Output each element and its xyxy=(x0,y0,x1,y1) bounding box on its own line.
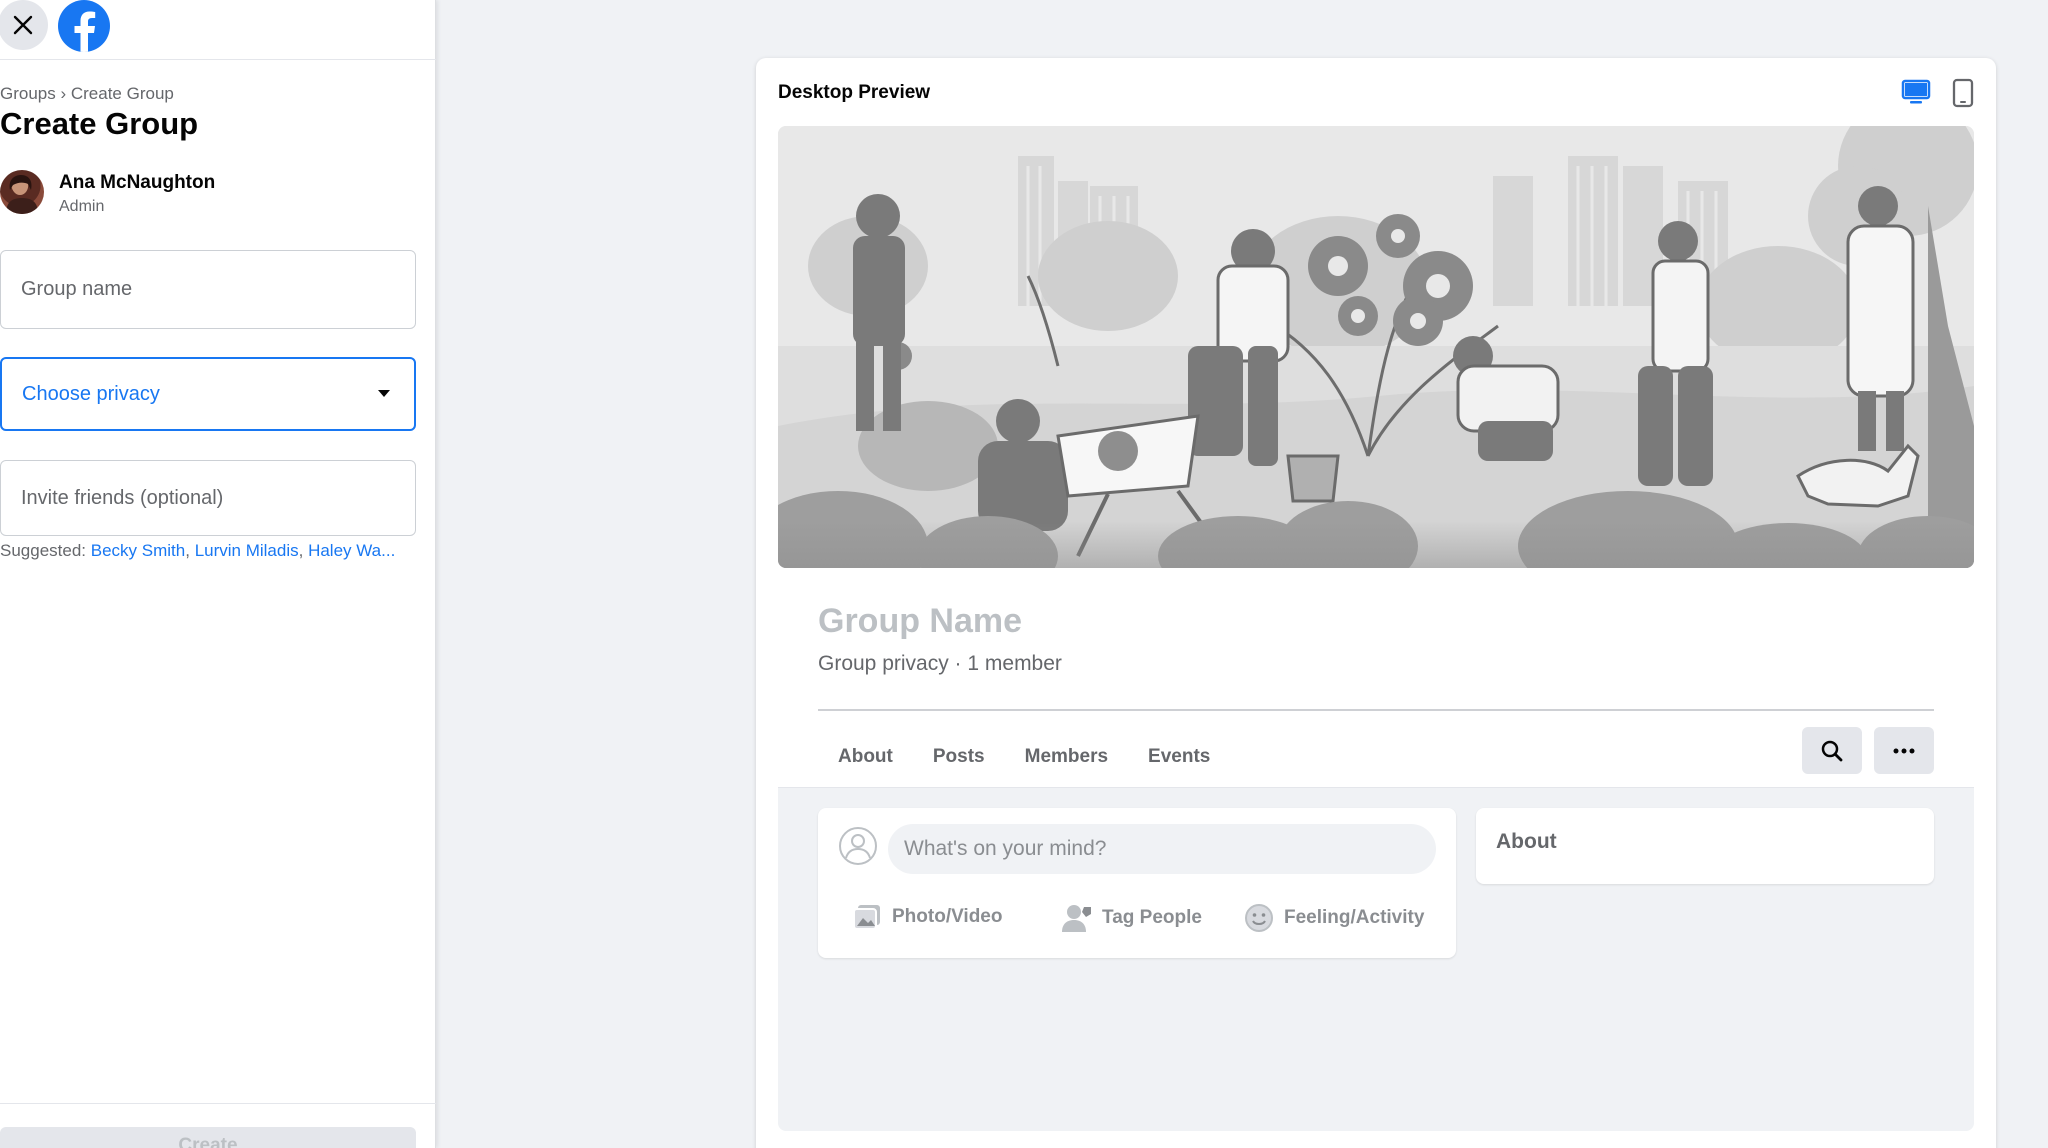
close-icon xyxy=(13,15,33,35)
breadcrumb[interactable]: Groups › Create Group xyxy=(0,84,174,104)
more-options-button[interactable] xyxy=(1874,727,1934,774)
about-card-title: About xyxy=(1496,830,1557,853)
photo-video-label: Photo/Video xyxy=(892,906,1003,927)
preview-feed: What's on your mind? Photo/Video Tag Peo… xyxy=(778,787,1974,1131)
panel-topbar xyxy=(0,0,436,60)
desktop-preview-card: Desktop Preview Group Name Group privacy… xyxy=(756,58,1996,1148)
mobile-icon[interactable] xyxy=(1951,78,1975,108)
suggested-friend[interactable]: Haley Wa... xyxy=(308,541,395,560)
composer-input[interactable]: What's on your mind? xyxy=(888,824,1436,874)
avatar[interactable] xyxy=(0,170,44,214)
suggested-friend[interactable]: Lurvin Miladis xyxy=(195,541,299,560)
app-root: Groups › Create Group Create Group Ana M… xyxy=(0,0,2048,1148)
admin-role: Admin xyxy=(59,198,105,215)
group-tabs: About Posts Members Events xyxy=(818,734,1230,784)
close-button[interactable] xyxy=(0,0,48,50)
tab-members[interactable]: Members xyxy=(1005,734,1128,784)
tab-about[interactable]: About xyxy=(818,734,913,784)
invite-placeholder: Invite friends (optional) xyxy=(21,486,224,509)
feeling-activity-button[interactable]: Feeling/Activity xyxy=(1244,903,1424,933)
tag-people-icon xyxy=(1062,905,1091,932)
facebook-logo-icon[interactable] xyxy=(58,0,110,52)
tag-people-label: Tag People xyxy=(1102,907,1202,928)
bottom-divider xyxy=(0,1103,436,1104)
privacy-placeholder: Choose privacy xyxy=(22,382,160,405)
feeling-activity-label: Feeling/Activity xyxy=(1284,907,1425,928)
preview-group-name: Group Name xyxy=(818,602,1023,640)
group-name-placeholder: Group name xyxy=(21,278,133,300)
admin-name: Ana McNaughton xyxy=(59,172,216,193)
photo-icon xyxy=(853,905,880,930)
suggested-label: Suggested: xyxy=(0,541,87,560)
preview-group-meta: Group privacy · 1 member xyxy=(818,652,1062,675)
page-title: Create Group xyxy=(0,106,199,141)
tab-events[interactable]: Events xyxy=(1128,734,1230,784)
group-cover-illustration xyxy=(778,126,1974,568)
feeling-icon xyxy=(1245,904,1273,932)
create-button[interactable]: Create xyxy=(0,1127,416,1148)
create-group-panel: Groups › Create Group Create Group Ana M… xyxy=(0,0,436,1148)
privacy-select[interactable]: Choose privacy xyxy=(0,357,416,431)
user-icon xyxy=(839,827,877,865)
divider xyxy=(818,709,1934,711)
suggested-friend[interactable]: Becky Smith xyxy=(91,541,185,560)
group-name-input[interactable]: Group name xyxy=(0,250,416,329)
chevron-down-icon xyxy=(378,390,390,397)
suggested-friends: Suggested: Becky Smith, Lurvin Miladis, … xyxy=(0,541,396,560)
search-button[interactable] xyxy=(1802,727,1862,774)
photo-video-button[interactable]: Photo/Video xyxy=(852,903,1002,931)
about-card: About xyxy=(1476,808,1934,884)
desktop-icon[interactable] xyxy=(1901,78,1931,106)
preview-title: Desktop Preview xyxy=(778,82,931,103)
invite-friends-input[interactable]: Invite friends (optional) xyxy=(0,460,416,536)
tab-posts[interactable]: Posts xyxy=(913,734,1005,784)
search-icon xyxy=(1821,740,1843,761)
tag-people-button[interactable]: Tag People xyxy=(1060,903,1202,933)
post-composer: What's on your mind? Photo/Video Tag Peo… xyxy=(818,808,1456,958)
more-icon xyxy=(1893,748,1915,753)
